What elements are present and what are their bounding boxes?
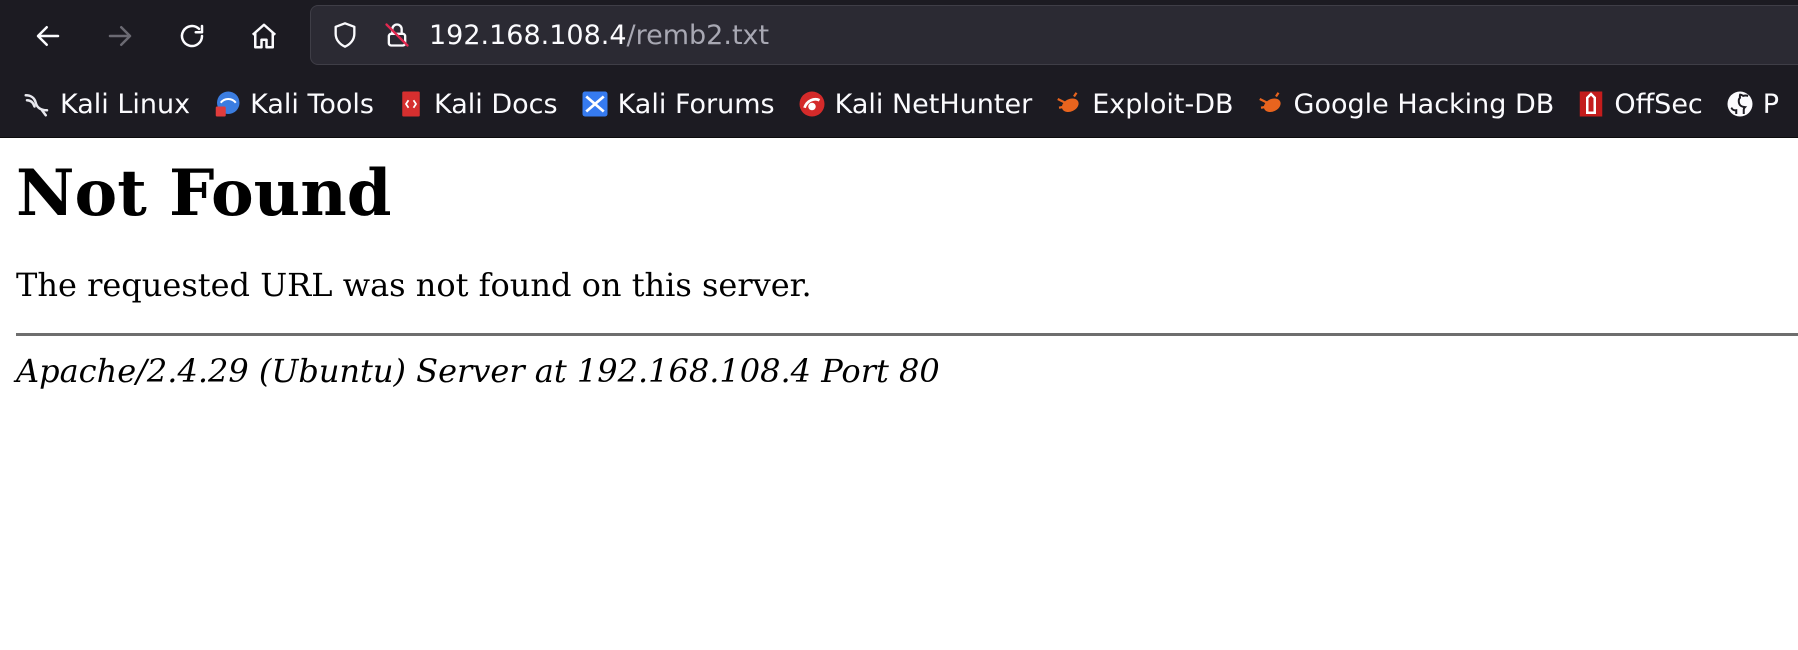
reload-icon [180, 24, 204, 47]
bookmark-kali-docs[interactable]: Kali Docs [396, 89, 558, 120]
shield-icon[interactable] [329, 19, 361, 51]
bookmarks-toolbar: Kali Linux Kali Tools Kali Docs Kali For… [0, 71, 1798, 138]
google-hacking-db-icon [1256, 89, 1286, 119]
kali-docs-icon [396, 89, 426, 119]
bookmark-exploit-db[interactable]: Exploit-DB [1054, 88, 1234, 120]
bookmark-label: P [1762, 88, 1780, 120]
bookmark-label: Kali NetHunter [834, 88, 1033, 120]
bookmark-kali-tools[interactable]: Kali Tools [212, 89, 374, 120]
forward-button[interactable] [96, 12, 144, 60]
bookmark-kali-linux[interactable]: Kali Linux [22, 89, 190, 120]
page-content: Not Found The requested URL was not foun… [16, 137, 1798, 392]
exploit-db-icon [1054, 89, 1084, 119]
arrow-right-icon [108, 25, 132, 46]
bookmark-kali-nethunter[interactable]: Kali NetHunter [797, 88, 1033, 120]
github-icon [1725, 89, 1755, 119]
error-message: The requested URL was not found on this … [16, 266, 812, 304]
bookmark-offsec[interactable]: OffSec [1576, 88, 1703, 120]
home-button[interactable] [240, 12, 288, 60]
url-host: 192.168.108.4 [429, 19, 627, 51]
page-heading: Not Found [16, 156, 392, 231]
home-icon [251, 23, 277, 48]
bookmark-label: Google Hacking DB [1293, 88, 1555, 120]
server-signature: Apache/2.4.29 (Ubuntu) Server at 192.168… [16, 352, 940, 390]
bookmark-label: Kali Linux [60, 88, 191, 120]
reload-button[interactable] [168, 12, 216, 60]
back-button[interactable] [24, 12, 72, 60]
insecure-lock-icon[interactable] [381, 19, 413, 51]
bookmark-github[interactable]: P [1725, 89, 1779, 120]
kali-tools-icon [212, 89, 242, 119]
bookmark-label: OffSec [1614, 88, 1703, 120]
offsec-icon [1576, 89, 1606, 119]
address-bar[interactable]: 192.168.108.4/remb2.txt [310, 5, 1798, 65]
url-text[interactable]: 192.168.108.4/remb2.txt [429, 20, 769, 51]
bookmark-label: Kali Docs [433, 88, 558, 120]
kali-nethunter-icon [797, 89, 827, 119]
kali-forums-icon [580, 89, 610, 119]
browser-toolbar: 192.168.108.4/remb2.txt [0, 0, 1798, 71]
kali-dragon-icon [22, 89, 52, 119]
divider [16, 333, 1798, 336]
bookmark-google-hacking-db[interactable]: Google Hacking DB [1256, 88, 1555, 120]
url-path: /remb2.txt [626, 19, 770, 51]
bookmark-label: Kali Forums [617, 88, 775, 120]
bookmark-label: Kali Tools [250, 88, 374, 120]
bookmark-kali-forums[interactable]: Kali Forums [580, 89, 775, 120]
bookmark-label: Exploit-DB [1092, 88, 1234, 120]
arrow-left-icon [36, 25, 60, 46]
